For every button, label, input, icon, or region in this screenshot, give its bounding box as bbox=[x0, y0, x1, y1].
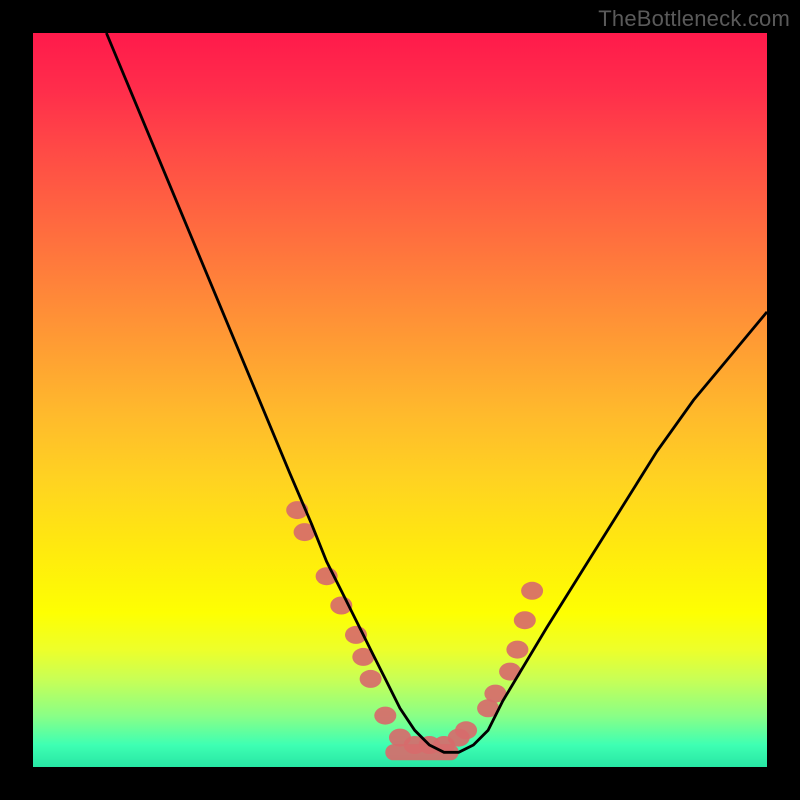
chart-frame: TheBottleneck.com bbox=[0, 0, 800, 800]
scatter-point bbox=[521, 582, 543, 600]
watermark-text: TheBottleneck.com bbox=[598, 6, 790, 32]
scatter-point bbox=[514, 611, 536, 629]
scatter-point bbox=[506, 641, 528, 659]
scatter-point bbox=[455, 721, 477, 739]
scatter-group bbox=[286, 501, 543, 760]
chart-curve bbox=[106, 33, 767, 752]
scatter-point bbox=[374, 707, 396, 725]
chart-svg bbox=[33, 33, 767, 767]
scatter-point bbox=[360, 670, 382, 688]
chart-plot-area bbox=[33, 33, 767, 767]
